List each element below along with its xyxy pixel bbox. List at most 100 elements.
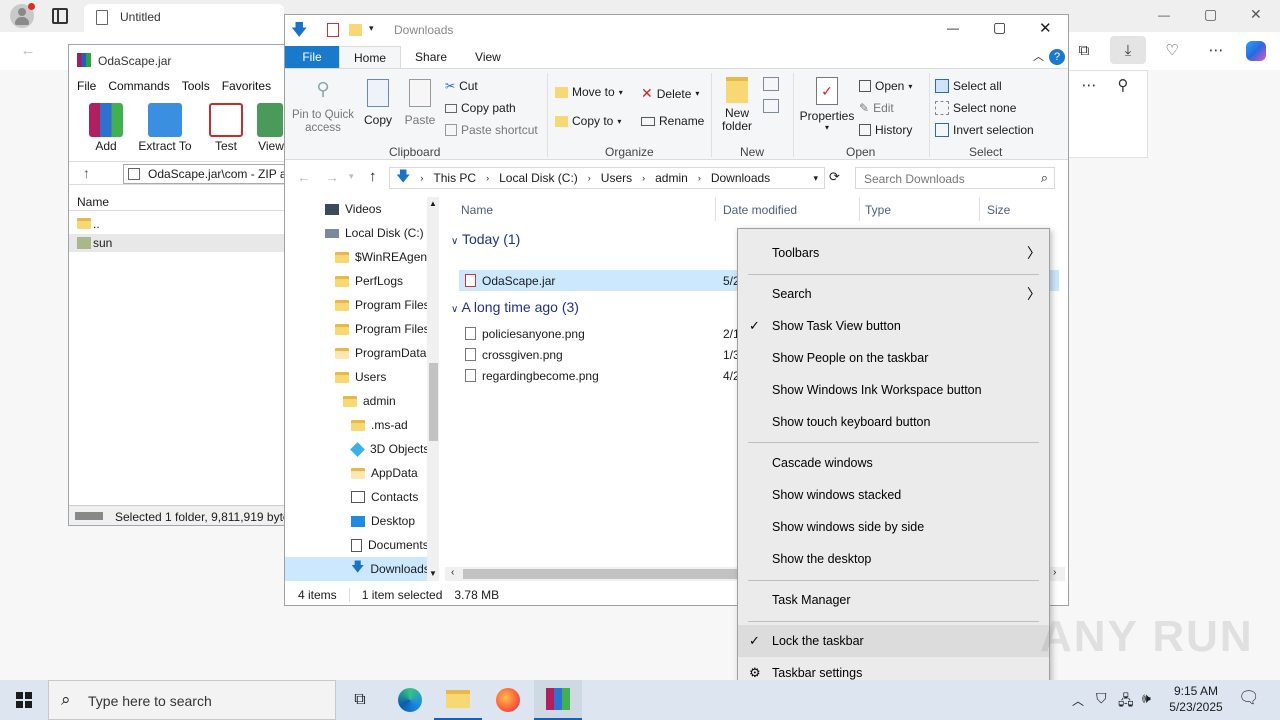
menu-show-task-view[interactable]: ✓ Show Task View button <box>738 310 1049 342</box>
menu-tools[interactable]: Tools <box>182 79 210 93</box>
tree-item-admin[interactable]: admin <box>285 389 427 413</box>
paste-shortcut-button[interactable]: Paste shortcut <box>445 123 538 137</box>
col-name[interactable]: Name <box>461 203 493 217</box>
address-dropdown-icon[interactable]: ▾ <box>813 173 818 184</box>
edge-taskbar-icon[interactable] <box>386 680 434 720</box>
col-type[interactable]: Type <box>865 203 891 217</box>
tree-item-contacts[interactable]: Contacts <box>285 485 427 509</box>
winrar-list-header[interactable]: Name <box>69 193 287 211</box>
breadcrumb-users[interactable]: Users <box>601 171 632 185</box>
col-size[interactable]: Size <box>987 203 1010 217</box>
tree-item-downloads[interactable]: 🡇 Downloads <box>285 557 427 581</box>
tree-item-documents[interactable]: Documents <box>285 533 427 557</box>
breadcrumb-this-pc[interactable]: This PC <box>433 171 476 185</box>
tab-view[interactable]: View <box>461 46 515 68</box>
tree-item-videos[interactable]: Videos <box>285 197 427 221</box>
test-button[interactable]: Test <box>197 103 255 157</box>
copilot-icon[interactable] <box>1246 41 1266 61</box>
network-icon[interactable]: 🖧 <box>1118 690 1134 714</box>
pin-quick-access-button[interactable]: ⚲ Pin to Quick access <box>291 80 355 135</box>
copy-path-button[interactable]: Copy path <box>445 101 516 115</box>
history-button[interactable]: History <box>859 123 912 137</box>
invert-selection-button[interactable]: Invert selection <box>935 123 1034 137</box>
address-bar[interactable]: 🡇 › This PC › Local Disk (C:) › Users › adm… <box>389 167 825 189</box>
group-header[interactable]: ∨ Today (1) <box>451 231 520 247</box>
collapse-ribbon-icon[interactable]: ︿ <box>1033 48 1044 64</box>
recent-dropdown-icon[interactable]: ▾ <box>349 171 354 182</box>
breadcrumb-admin[interactable]: admin <box>655 171 688 185</box>
pin-icon[interactable]: ⚲ <box>1107 71 1139 99</box>
delete-button[interactable]: ✕ Delete ▾ <box>641 85 699 102</box>
performance-icon[interactable]: ♡ <box>1156 36 1188 64</box>
more-icon[interactable]: ⋯ <box>1200 36 1232 64</box>
notifications-icon[interactable]: 🗨 <box>1238 688 1260 708</box>
refresh-icon[interactable]: ⟳ <box>829 169 840 185</box>
explorer-maximize[interactable]: ▢ <box>993 19 1006 36</box>
tree-item-desktop[interactable]: Desktop <box>285 509 427 533</box>
new-folder-button[interactable]: New folder <box>717 77 757 133</box>
maximize-button[interactable]: ▢ <box>1204 6 1217 23</box>
close-button[interactable]: ✕ <box>1250 6 1262 23</box>
properties-button[interactable]: ✓ Properties ▾ <box>799 77 855 132</box>
select-all-button[interactable]: Select all <box>935 79 1002 93</box>
menu-lock-taskbar[interactable]: ✓ Lock the taskbar <box>738 625 1049 657</box>
tree-scrollbar[interactable]: ▲ ▼ <box>427 197 439 581</box>
winrar-path-field[interactable]: OdaScape.jar\com - ZIP a <box>123 164 293 184</box>
tab-home[interactable]: Home <box>339 46 402 68</box>
h-scroll-thumb[interactable] <box>463 569 743 579</box>
copy-to-button[interactable]: Copy to ▾ <box>555 114 621 128</box>
qat-dropdown-icon[interactable]: ▾ <box>369 23 374 34</box>
winrar-list-item[interactable]: sun <box>69 234 287 252</box>
tree-item-winreagent[interactable]: $WinREAgent <box>285 245 427 269</box>
menu-search[interactable]: Search 〉 <box>738 278 1049 310</box>
minimize-button[interactable]: — <box>1158 8 1170 22</box>
task-view-button[interactable]: ⧉ <box>336 680 384 720</box>
extensions-icon[interactable]: ⧉ <box>1068 36 1100 64</box>
group-header[interactable]: ∨ A long time ago (3) <box>451 299 579 315</box>
winrar-list-item[interactable]: .. <box>69 215 287 233</box>
breadcrumb-local-disk[interactable]: Local Disk (C:) <box>499 171 578 185</box>
paste-button[interactable]: Paste <box>403 79 437 127</box>
tree-item-users[interactable]: Users <box>285 365 427 389</box>
downloads-icon[interactable]: ⤓ <box>1110 36 1146 64</box>
start-button[interactable] <box>0 680 48 720</box>
copy-button[interactable]: Copy <box>361 79 395 127</box>
move-to-button[interactable]: Move to ▾ <box>555 85 623 99</box>
file-explorer-taskbar-icon[interactable] <box>434 680 482 720</box>
menu-toolbars[interactable]: Toolbars 〉 <box>738 237 1049 269</box>
tab-share[interactable]: Share <box>401 46 461 68</box>
more-options-icon[interactable]: ⋯ <box>1073 71 1105 99</box>
menu-show-ink[interactable]: Show Windows Ink Workspace button <box>738 374 1049 406</box>
menu-side-by-side[interactable]: Show windows side by side <box>738 511 1049 543</box>
menu-favorites[interactable]: Favorites <box>222 79 271 93</box>
menu-show-people[interactable]: Show People on the taskbar <box>738 342 1049 374</box>
menu-show-desktop[interactable]: Show the desktop <box>738 543 1049 575</box>
breadcrumb-downloads[interactable]: Downloads <box>711 171 770 185</box>
tab-actions-icon[interactable] <box>52 8 68 24</box>
tree-item-program-files-x86[interactable]: Program Files <box>285 317 427 341</box>
menu-show-touch-keyboard[interactable]: Show touch keyboard button <box>738 406 1049 438</box>
new-folder-qat-icon[interactable] <box>349 24 362 36</box>
cut-button[interactable]: ✂ Cut <box>445 79 478 93</box>
taskbar-search-box[interactable]: ⌕ Type here to search <box>48 680 336 720</box>
properties-qat-icon[interactable] <box>327 23 339 37</box>
tree-item-ms-ad[interactable]: .ms-ad <box>285 413 427 437</box>
menu-cascade[interactable]: Cascade windows <box>738 447 1049 479</box>
explorer-close[interactable]: ✕ <box>1039 19 1052 37</box>
help-icon[interactable]: ? <box>1049 49 1065 65</box>
security-icon[interactable]: ⛉ <box>1096 690 1107 707</box>
tree-item-appdata[interactable]: AppData <box>285 461 427 485</box>
forward-icon[interactable]: → <box>325 169 339 185</box>
tree-item-3d-objects[interactable]: 3D Objects <box>285 437 427 461</box>
new-item-icon[interactable] <box>763 77 779 91</box>
edit-button[interactable]: ✎ Edit <box>859 101 894 115</box>
winrar-taskbar-icon[interactable] <box>534 680 582 720</box>
extract-to-button[interactable]: Extract To <box>137 103 193 157</box>
col-date[interactable]: Date modified <box>723 203 797 217</box>
add-button[interactable]: Add <box>77 103 135 157</box>
back-icon[interactable]: ← <box>12 36 44 64</box>
rename-button[interactable]: Rename <box>641 114 704 128</box>
browser-tab[interactable]: Untitled <box>84 4 284 32</box>
firefox-taskbar-icon[interactable] <box>484 680 532 720</box>
menu-stacked[interactable]: Show windows stacked <box>738 479 1049 511</box>
